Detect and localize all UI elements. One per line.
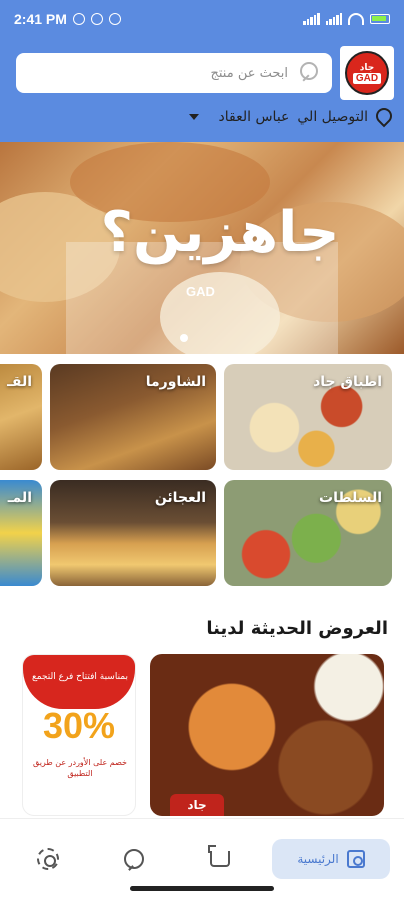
offer-discount: 30% [42, 705, 116, 746]
nav-home-label: الرئيسية [297, 852, 339, 866]
nav-search[interactable] [120, 839, 148, 879]
location-pin-icon [376, 108, 390, 126]
offers-section-title: العروض الحديثة لدينا [206, 618, 388, 639]
category-label: العجائن [154, 490, 206, 506]
category-label: القـ [7, 374, 32, 390]
category-card[interactable]: الشاورما [50, 364, 216, 470]
logo[interactable]: جاد GAD [340, 46, 394, 100]
search-icon [124, 849, 144, 869]
status-bar: 2:41 PM [0, 0, 404, 38]
wifi-icon [348, 13, 364, 25]
signal-icon [303, 13, 320, 25]
status-left: 2:41 PM [14, 11, 121, 27]
nav-settings[interactable] [34, 839, 62, 879]
status-time: 2:41 PM [14, 11, 67, 27]
category-card[interactable]: العجائن [50, 480, 216, 586]
logo-text-ar: جاد [359, 62, 375, 73]
category-label: الشاورما [145, 374, 206, 390]
promo-banner[interactable]: جاهزين؟ GAD [0, 142, 404, 354]
offer-card[interactable]: بمناسبة افتتاح فرع التجمع 30% خصم على ال… [22, 654, 136, 816]
category-card[interactable]: السلطات [224, 480, 392, 586]
nav-home[interactable]: الرئيسية [272, 839, 390, 879]
delivery-label: التوصيل الي [297, 109, 368, 125]
offer-card[interactable]: جاد [150, 654, 384, 816]
gear-icon [37, 848, 59, 870]
search-input[interactable] [88, 65, 288, 81]
category-label: اطباق جاد [313, 374, 382, 390]
whatsapp-icon [90, 13, 103, 25]
home-icon [346, 850, 365, 868]
app-notification-icon [108, 13, 121, 25]
logo-text-en: GAD [352, 72, 382, 84]
battery-icon [370, 14, 390, 24]
cart-icon [208, 845, 230, 867]
banner-logo: GAD [186, 284, 215, 299]
signal-2-icon [325, 13, 342, 25]
category-card[interactable]: القـ [0, 364, 42, 470]
alarm-icon [72, 13, 85, 25]
carousel-indicator[interactable] [180, 334, 188, 342]
delivery-area: عباس العقاد [218, 109, 290, 125]
offer-note: خصم على الأوردر عن طريق التطبيق [33, 758, 127, 778]
logo-badge: جاد GAD [345, 51, 389, 95]
category-label: المـ [7, 490, 32, 506]
home-indicator[interactable] [130, 886, 274, 891]
status-right [303, 13, 390, 25]
nav-cart[interactable] [206, 839, 234, 879]
category-card[interactable]: المـ [0, 480, 42, 586]
search-icon [298, 62, 320, 84]
offer-brand-tag: جاد [170, 794, 224, 816]
search-bar[interactable] [16, 53, 332, 93]
delivery-location[interactable]: التوصيل الي عباس العقاد [188, 108, 390, 126]
offer-headline: بمناسبة افتتاح فرع التجمع [31, 672, 129, 682]
banner-title: جاهزين؟ [100, 200, 340, 265]
category-card[interactable]: اطباق جاد [224, 364, 392, 470]
chevron-down-icon[interactable] [188, 114, 199, 120]
category-label: السلطات [319, 490, 382, 506]
header: جاد GAD التوصيل الي عباس العقاد [0, 38, 404, 142]
